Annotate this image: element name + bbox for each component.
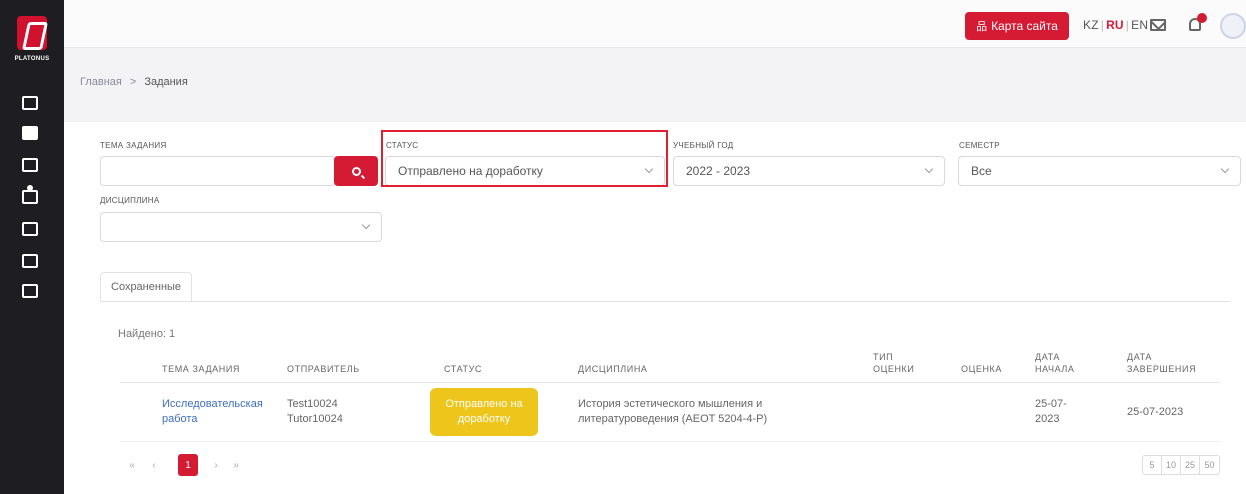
found-count: Найдено: 1 [118,328,176,340]
topic-line2: работа [162,413,198,425]
table-row-topic-link[interactable]: Исследовательская работа [162,397,263,427]
status-badge-line2: доработку [457,413,511,425]
avatar[interactable] [1220,13,1246,39]
pagination-page-1[interactable]: 1 [178,454,198,476]
book-icon[interactable] [22,126,40,142]
year-select[interactable]: 2022 - 2023 [673,156,945,186]
column-header-end-date[interactable]: ДАТА ЗАВЕРШЕНИЯ [1127,351,1196,375]
table-header-divider [120,382,1220,383]
discipline-line2: литературоведения (AEOT 5204-4-P) [578,413,768,425]
sitemap-button[interactable]: 品 Карта сайта [965,12,1069,40]
discipline-label: ДИСЦИПЛИНА [100,196,160,205]
notification-bell-icon[interactable] [1187,13,1207,33]
breadcrumb-separator: > [129,76,137,88]
column-header-sender[interactable]: ОТПРАВИТЕЛЬ [287,363,360,375]
language-switcher: KZ | RU | EN [1083,18,1149,32]
column-header-start-date[interactable]: ДАТА НАЧАЛА [1035,351,1075,375]
topic-search-input[interactable] [100,156,336,186]
tab-divider [100,301,1230,302]
topic-line1: Исследовательская [162,398,263,410]
sidebar: PLATONUS [0,0,64,494]
chevron-down-icon [1220,164,1230,174]
sender-line2: Tutor10024 [287,413,343,425]
logo[interactable]: PLATONUS [0,0,64,84]
page-size-10[interactable]: 10 [1162,456,1181,474]
table-row-start-date: 25-07- 2023 [1035,397,1067,427]
column-header-grade-type-line1: ТИП [873,352,894,362]
column-header-start-line1: ДАТА [1035,352,1060,362]
page-size-selector: 5 10 25 50 [1142,455,1220,475]
column-header-topic[interactable]: ТЕМА ЗАДАНИЯ [162,363,240,375]
column-header-grade-type-line2: ОЦЕНКИ [873,364,915,374]
search-button[interactable] [334,156,378,186]
page-size-50[interactable]: 50 [1200,456,1219,474]
start-line2: 2023 [1035,413,1060,425]
mail-icon[interactable] [1150,19,1166,31]
year-label: УЧЕБНЫЙ ГОД [673,141,734,150]
semester-value: Все [971,164,992,178]
status-badge: Отправлено на доработку [430,388,538,436]
sitemap-icon: 品 [976,21,988,33]
lang-en[interactable]: EN [1131,18,1148,32]
semester-label: СЕМЕСТР [959,141,1000,150]
lang-kz[interactable]: KZ [1083,18,1099,32]
sender-line1: Test10024 [287,398,338,410]
column-header-discipline[interactable]: ДИСЦИПЛИНА [578,363,648,375]
monitor-icon[interactable] [22,96,40,112]
logo-text: PLATONUS [14,56,50,62]
tab-saved[interactable]: Сохраненные [100,272,193,302]
notification-dot [1197,13,1207,23]
column-header-grade[interactable]: ОЦЕНКА [961,363,1002,375]
column-header-end-line2: ЗАВЕРШЕНИЯ [1127,364,1197,374]
semester-select[interactable]: Все [958,156,1241,186]
folder-icon[interactable] [22,158,40,174]
column-header-status[interactable]: СТАТУС [444,363,482,375]
lang-ru[interactable]: RU [1106,18,1124,32]
table-row-divider [120,441,1220,442]
chevron-down-icon [361,220,371,230]
pagination-prev[interactable]: ‹ [144,454,164,476]
breadcrumb-home[interactable]: Главная [80,76,122,88]
table-row-discipline: История эстетического мышления и литерат… [578,397,767,427]
column-header-end-line1: ДАТА [1127,352,1152,362]
discipline-line1: История эстетического мышления и [578,398,763,410]
exam-icon[interactable] [22,254,40,270]
year-value: 2022 - 2023 [686,164,751,178]
platonus-logo-icon [17,16,47,50]
search-icon [351,166,361,176]
column-header-start-line2: НАЧАЛА [1035,364,1075,374]
sitemap-label: Карта сайта [991,19,1058,33]
page-size-25[interactable]: 25 [1181,456,1200,474]
pagination-first[interactable]: « [122,454,142,476]
table-row-sender: Test10024 Tutor10024 [287,397,343,427]
breadcrumb-current: Задания [144,76,188,88]
status-highlight [381,130,668,187]
pagination-next[interactable]: › [206,454,226,476]
breadcrumb: Главная > Задания [80,76,188,88]
pagination-last[interactable]: » [226,454,246,476]
table-row-end-date: 25-07-2023 [1127,406,1184,418]
clipboard-check-icon[interactable] [22,222,40,238]
status-badge-line1: Отправлено на [445,398,523,410]
start-line1: 25-07- [1035,398,1067,410]
page-size-5[interactable]: 5 [1143,456,1162,474]
presentation-icon[interactable] [22,284,40,300]
topic-label: ТЕМА ЗАДАНИЯ [100,141,167,150]
chevron-down-icon [924,164,934,174]
column-header-grade-type[interactable]: ТИП ОЦЕНКИ [873,351,914,375]
student-icon[interactable] [22,185,40,206]
discipline-select[interactable] [100,212,382,242]
